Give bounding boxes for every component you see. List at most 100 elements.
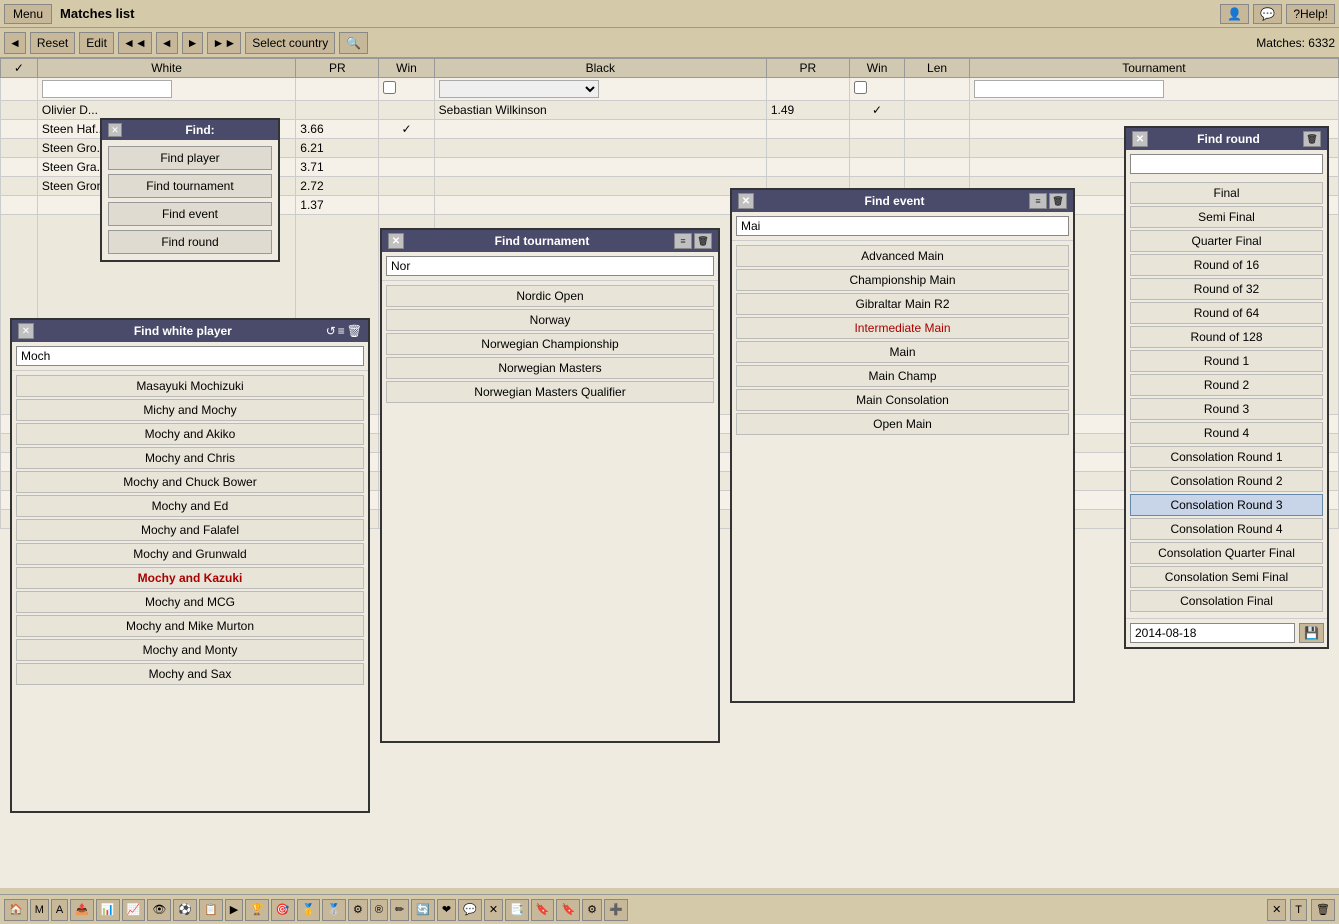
white-player-delete-icon[interactable]: 🗑 (347, 324, 362, 338)
find-event-delete-icon[interactable]: 🗑 (1049, 193, 1067, 209)
bottom-m-btn[interactable]: M (30, 899, 49, 921)
tournament-filter-input[interactable] (974, 80, 1164, 98)
find-tournament-delete-icon[interactable]: 🗑 (694, 233, 712, 249)
list-item[interactable]: Mochy and Ed (16, 495, 364, 517)
round-item-r3[interactable]: Round 3 (1130, 398, 1323, 420)
nav-next-button[interactable]: ► (182, 32, 204, 54)
list-item[interactable]: Open Main (736, 413, 1069, 435)
list-item[interactable]: Michy and Mochy (16, 399, 364, 421)
list-item[interactable]: Mochy and Sax (16, 663, 364, 685)
bottom-heart-btn[interactable]: ❤ (437, 899, 456, 921)
list-item[interactable]: Mochy and Grunwald (16, 543, 364, 565)
list-item[interactable]: Mochy and MCG (16, 591, 364, 613)
list-item[interactable]: Norwegian Championship (386, 333, 714, 355)
white-player-close[interactable]: ✕ (18, 323, 34, 339)
find-event-button[interactable]: Find event (108, 202, 272, 226)
person-icon-btn[interactable]: 👤 (1220, 4, 1249, 24)
bottom-trophy-btn[interactable]: 🏆 (245, 899, 269, 921)
menu-button[interactable]: Menu (4, 4, 52, 24)
white-player-search-input[interactable] (16, 346, 364, 366)
bottom-silver-btn[interactable]: 🥈 (322, 899, 346, 921)
find-tournament-list-icon[interactable]: ≡ (674, 233, 692, 249)
bottom-bookmark2-btn[interactable]: 🔖 (556, 899, 580, 921)
white-filter-input[interactable] (42, 80, 172, 98)
list-item[interactable]: Main (736, 341, 1069, 363)
bottom-msg-btn[interactable]: 💬 (458, 899, 482, 921)
list-item[interactable]: Mochy and Mike Murton (16, 615, 364, 637)
win-white-filter[interactable] (383, 81, 396, 94)
edit-button[interactable]: Edit (79, 32, 114, 54)
search-button[interactable]: 🔍 (339, 32, 368, 54)
bottom-x-btn[interactable]: ✕ (484, 899, 503, 921)
list-item[interactable]: Masayuki Mochizuki (16, 375, 364, 397)
round-item-r16[interactable]: Round of 16 (1130, 254, 1323, 276)
round-item-cr4[interactable]: Consolation Round 4 (1130, 518, 1323, 540)
bottom-plus-btn[interactable]: ➕ (604, 899, 628, 921)
back-button[interactable]: ◄ (4, 32, 26, 54)
bottom-settings-btn[interactable]: ⚙ (582, 899, 602, 921)
bottom-graph-btn[interactable]: 📈 (122, 899, 146, 921)
list-item[interactable]: Gibraltar Main R2 (736, 293, 1069, 315)
bottom-x2-btn[interactable]: ✕ (1267, 899, 1286, 921)
list-item[interactable]: Norwegian Masters (386, 357, 714, 379)
round-item-r2[interactable]: Round 2 (1130, 374, 1323, 396)
bottom-view-btn[interactable]: 👁 (147, 899, 171, 921)
list-item[interactable]: Mochy and Chris (16, 447, 364, 469)
list-item[interactable]: Mochy and Chuck Bower (16, 471, 364, 493)
bottom-gold-btn[interactable]: 🥇 (297, 899, 321, 921)
select-country-button[interactable]: Select country (245, 32, 335, 54)
bottom-play-btn[interactable]: ▶ (225, 899, 243, 921)
bottom-gear-btn[interactable]: ⚙ (348, 899, 368, 921)
list-item[interactable]: Advanced Main (736, 245, 1069, 267)
reset-button[interactable]: Reset (30, 32, 75, 54)
round-item-cr1[interactable]: Consolation Round 1 (1130, 446, 1323, 468)
list-item[interactable]: Main Champ (736, 365, 1069, 387)
round-item-cqf[interactable]: Consolation Quarter Final (1130, 542, 1323, 564)
round-item-r4[interactable]: Round 4 (1130, 422, 1323, 444)
list-item[interactable]: Mochy and Monty (16, 639, 364, 661)
bottom-chart-btn[interactable]: 📊 (96, 899, 120, 921)
round-item-quarterfinal[interactable]: Quarter Final (1130, 230, 1323, 252)
round-item-cr2[interactable]: Consolation Round 2 (1130, 470, 1323, 492)
bottom-bookmark-btn[interactable]: 🔖 (531, 899, 555, 921)
find-tournament-input[interactable] (386, 256, 714, 276)
list-item[interactable]: Nordic Open (386, 285, 714, 307)
find-round-delete-icon[interactable]: 🗑 (1303, 131, 1321, 147)
black-filter-select[interactable] (439, 80, 599, 98)
white-player-refresh-icon[interactable]: ↺ (326, 324, 336, 338)
find-player-button[interactable]: Find player (108, 146, 272, 170)
find-round-close[interactable]: ✕ (1132, 131, 1148, 147)
find-popup-close[interactable]: ✕ (108, 123, 122, 137)
list-item-highlight[interactable]: Intermediate Main (736, 317, 1069, 339)
round-item-final[interactable]: Final (1130, 182, 1323, 204)
round-item-r32[interactable]: Round of 32 (1130, 278, 1323, 300)
list-item[interactable]: Main Consolation (736, 389, 1069, 411)
list-item[interactable]: Mochy and Falafel (16, 519, 364, 541)
bottom-trash-btn[interactable]: 🗑 (1311, 899, 1335, 921)
find-event-input[interactable] (736, 216, 1069, 236)
find-round-button[interactable]: Find round (108, 230, 272, 254)
round-item-r1[interactable]: Round 1 (1130, 350, 1323, 372)
list-item[interactable]: Norway (386, 309, 714, 331)
bottom-edit-btn[interactable]: ✏ (390, 899, 409, 921)
list-item-highlight[interactable]: Mochy and Kazuki (16, 567, 364, 589)
find-tournament-button[interactable]: Find tournament (108, 174, 272, 198)
round-item-csf[interactable]: Consolation Semi Final (1130, 566, 1323, 588)
list-item[interactable]: Norwegian Masters Qualifier (386, 381, 714, 403)
bottom-doc-btn[interactable]: 📑 (505, 899, 529, 921)
nav-last-button[interactable]: ►► (207, 32, 241, 54)
bottom-ball-btn[interactable]: ⚽ (173, 899, 197, 921)
chat-icon-btn[interactable]: 💬 (1253, 4, 1282, 24)
round-item-r128[interactable]: Round of 128 (1130, 326, 1323, 348)
bottom-upload-btn[interactable]: 📤 (70, 899, 94, 921)
find-round-search-input[interactable] (1130, 154, 1323, 174)
find-tournament-close[interactable]: ✕ (388, 233, 404, 249)
round-item-cf[interactable]: Consolation Final (1130, 590, 1323, 612)
find-round-save-button[interactable]: 💾 (1299, 623, 1324, 643)
bottom-refresh-btn[interactable]: 🔄 (411, 899, 435, 921)
find-event-close[interactable]: ✕ (738, 193, 754, 209)
round-item-semifinal[interactable]: Semi Final (1130, 206, 1323, 228)
help-button[interactable]: ?Help! (1286, 4, 1335, 24)
bottom-target-btn[interactable]: 🎯 (271, 899, 295, 921)
find-round-date-input[interactable] (1130, 623, 1295, 643)
